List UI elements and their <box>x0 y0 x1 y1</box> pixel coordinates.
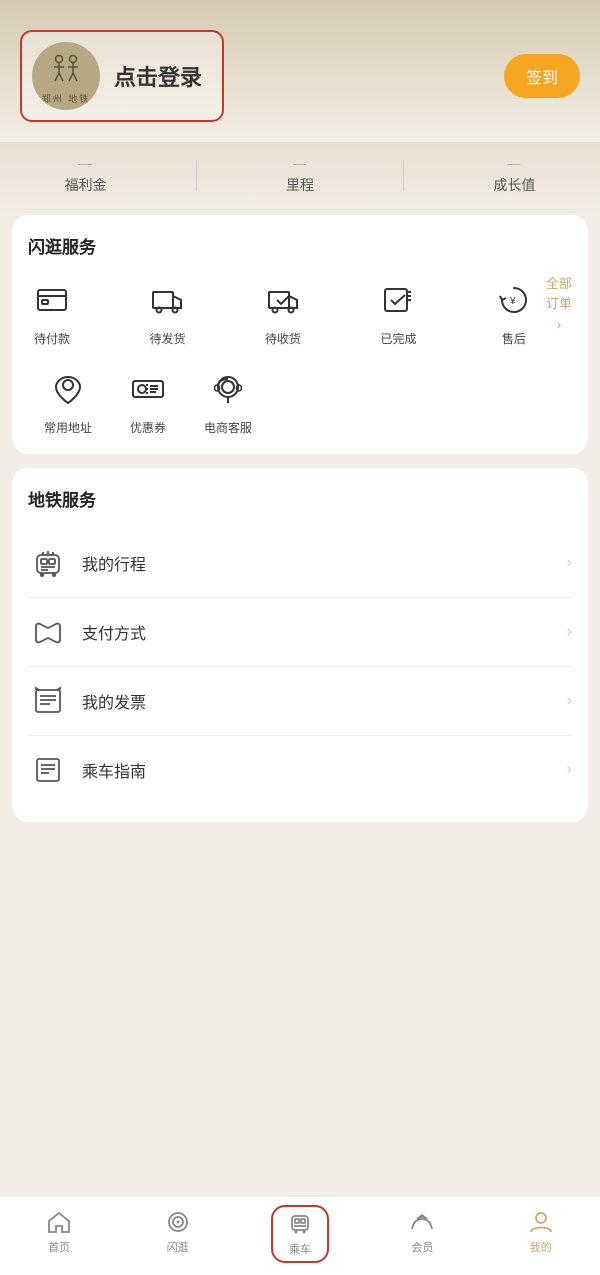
order-pending-ship[interactable]: 待发货 <box>143 276 191 347</box>
main-content: 闪逛服务 待付款 <box>0 215 600 916</box>
nav-home-label: 首页 <box>48 1239 70 1255</box>
payment-chevron-icon: › <box>567 623 572 641</box>
avatar: 郑州 地铁 <box>32 42 100 110</box>
all-orders-btn[interactable]: 全部 订单 › <box>538 276 572 332</box>
avatar-label: 郑州 地铁 <box>42 92 91 105</box>
bottom-service-icons: 常用地址 优惠券 <box>28 365 572 436</box>
pending-receive-icon <box>259 276 307 324</box>
bottom-spacer <box>12 836 588 916</box>
trip-label: 我的行程 <box>82 551 567 575</box>
pending-receive-label: 待收货 <box>265 330 301 347</box>
profile-icon <box>528 1209 554 1235</box>
shangyou-section: 闪逛服务 待付款 <box>12 215 588 454</box>
address-icon <box>44 365 92 413</box>
payment-method-icon <box>28 612 68 652</box>
metro-section: 地铁服务 我的行程 › <box>12 468 588 822</box>
guide-label: 乘车指南 <box>82 758 567 782</box>
aftersale-label: 售后 <box>502 330 526 347</box>
chenzhangzhi-value: — <box>507 156 521 171</box>
guide-icon <box>28 750 68 790</box>
order-pending-payment[interactable]: 待付款 <box>28 276 76 347</box>
member-icon <box>409 1209 435 1235</box>
invoice-chevron-icon: › <box>567 692 572 710</box>
home-icon <box>46 1209 72 1235</box>
coupon-label: 优惠券 <box>130 419 166 436</box>
customer-service-item[interactable]: 电商客服 <box>188 365 268 436</box>
customer-service-icon <box>204 365 252 413</box>
order-icons-row: 待付款 待发货 <box>28 276 538 347</box>
stat-chenzhangzhi[interactable]: — 成长值 <box>493 156 535 195</box>
address-item[interactable]: 常用地址 <box>28 365 108 436</box>
stat-fulijin[interactable]: — 福利金 <box>65 156 107 195</box>
nav-train[interactable]: 乘车 <box>271 1205 329 1263</box>
licheng-value: — <box>293 156 307 171</box>
fulijin-value: — <box>79 156 93 171</box>
stat-divider-1 <box>196 160 197 191</box>
pending-payment-label: 待付款 <box>34 330 70 347</box>
metro-invoice-item[interactable]: 我的发票 › <box>28 667 572 736</box>
order-aftersale[interactable]: ¥ 售后 <box>490 276 538 347</box>
address-label: 常用地址 <box>44 419 92 436</box>
nav-shop[interactable]: 闪逛 <box>153 1205 203 1263</box>
shangyou-title: 闪逛服务 <box>28 233 572 258</box>
order-completed[interactable]: 已完成 <box>374 276 422 347</box>
login-text[interactable]: 点击登录 <box>114 60 202 92</box>
metro-payment-item[interactable]: 支付方式 › <box>28 598 572 667</box>
nav-member-label: 会员 <box>411 1239 433 1255</box>
stat-licheng[interactable]: — 里程 <box>286 156 314 195</box>
payment-method-label: 支付方式 <box>82 620 567 644</box>
signin-button[interactable]: 签到 <box>504 54 580 98</box>
metro-title: 地铁服务 <box>28 486 572 511</box>
nav-profile[interactable]: 我的 <box>516 1205 566 1263</box>
pending-ship-icon <box>143 276 191 324</box>
metro-logo-icon <box>45 48 87 90</box>
fulijin-label: 福利金 <box>65 175 107 195</box>
header-area: 郑州 地铁 点击登录 签到 <box>0 0 600 142</box>
train-icon <box>287 1211 313 1237</box>
invoice-label: 我的发票 <box>82 689 567 713</box>
all-orders-line1: 全部 <box>546 276 572 293</box>
stats-row: — 福利金 — 里程 — 成长值 <box>0 142 600 215</box>
payment-pending-icon <box>28 276 76 324</box>
stat-divider-2 <box>403 160 404 191</box>
guide-chevron-icon: › <box>567 761 572 779</box>
completed-label: 已完成 <box>380 330 416 347</box>
completed-icon <box>374 276 422 324</box>
nav-home[interactable]: 首页 <box>34 1205 84 1263</box>
chenzhangzhi-label: 成长值 <box>493 175 535 195</box>
order-pending-receive[interactable]: 待收货 <box>259 276 307 347</box>
order-services-grid: 待付款 待发货 <box>28 276 572 347</box>
licheng-label: 里程 <box>286 175 314 195</box>
metro-trip-item[interactable]: 我的行程 › <box>28 529 572 598</box>
all-orders-chevron-icon: › <box>557 316 562 332</box>
nav-train-label: 乘车 <box>289 1241 311 1257</box>
metro-guide-item[interactable]: 乘车指南 › <box>28 736 572 804</box>
aftersale-icon: ¥ <box>490 276 538 324</box>
nav-profile-label: 我的 <box>530 1239 552 1255</box>
svg-text:¥: ¥ <box>509 296 516 307</box>
coupon-icon <box>124 365 172 413</box>
pending-ship-label: 待发货 <box>149 330 185 347</box>
trip-chevron-icon: › <box>567 554 572 572</box>
customer-service-label: 电商客服 <box>204 419 252 436</box>
trip-icon <box>28 543 68 583</box>
nav-shop-label: 闪逛 <box>167 1239 189 1255</box>
profile-card[interactable]: 郑州 地铁 点击登录 <box>20 30 224 122</box>
nav-member[interactable]: 会员 <box>397 1205 447 1263</box>
coupon-item[interactable]: 优惠券 <box>108 365 188 436</box>
invoice-icon <box>28 681 68 721</box>
all-orders-line2: 订单 <box>546 296 572 313</box>
bottom-nav: 首页 闪逛 乘车 会员 <box>0 1196 600 1275</box>
shop-icon <box>165 1209 191 1235</box>
